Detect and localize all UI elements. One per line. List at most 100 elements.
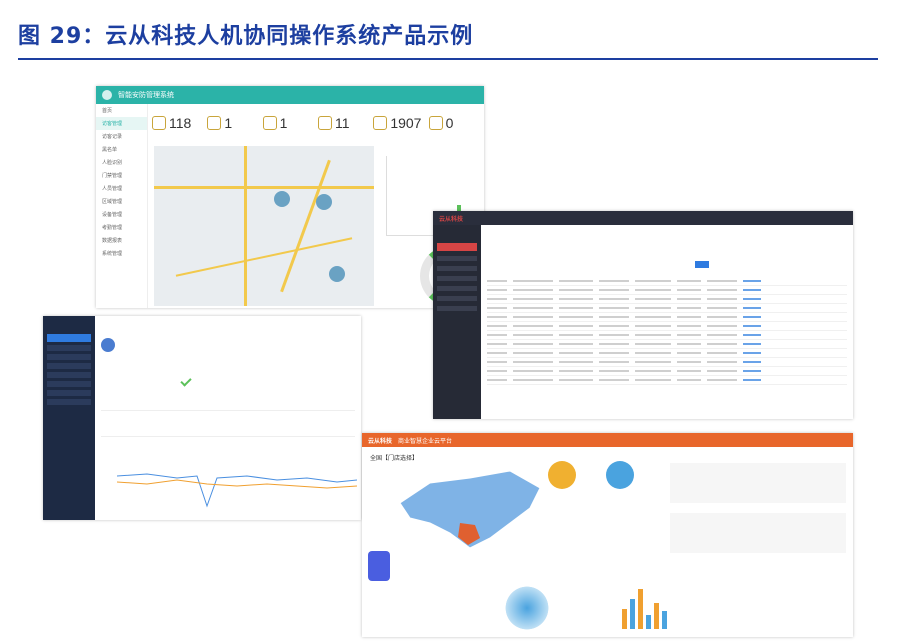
sidebar-item[interactable] (437, 296, 477, 301)
table-cell (707, 361, 737, 363)
table-cell (743, 325, 761, 327)
table-row[interactable] (487, 340, 847, 349)
table-row[interactable] (487, 331, 847, 340)
table-cell (743, 361, 761, 363)
table-row[interactable] (487, 295, 847, 304)
table-cell (487, 361, 507, 363)
sidebar-item[interactable] (47, 354, 91, 360)
table-row[interactable] (487, 277, 847, 286)
app-title: 商业智慧企业云平台 (398, 438, 453, 445)
table-cell (677, 343, 701, 345)
sidebar-item[interactable]: 数据报表 (96, 234, 147, 247)
sidebar-item[interactable]: 访客记录 (96, 130, 147, 143)
table-cell (707, 298, 737, 300)
line-chart (117, 473, 357, 508)
map-marker[interactable] (316, 194, 332, 210)
table-cell (707, 334, 737, 336)
check-icon (180, 375, 192, 387)
table-cell (707, 316, 737, 318)
stat-value: 1 (224, 115, 233, 131)
table-cell (677, 298, 701, 300)
city-map[interactable] (154, 146, 374, 306)
china-map[interactable] (390, 463, 550, 553)
table-cell (559, 307, 593, 309)
title-divider (18, 58, 878, 60)
table-row[interactable] (487, 313, 847, 322)
region-selector[interactable]: 全国【门店选择】 (370, 453, 418, 462)
sidebar-item[interactable] (437, 266, 477, 271)
stat-value: 11 (334, 115, 350, 131)
sidebar-item[interactable]: 首页 (96, 104, 147, 117)
sidebar-item[interactable]: 系统管理 (96, 247, 147, 260)
stat-card: 11 (317, 110, 367, 136)
table-cell (559, 361, 593, 363)
sidebar: 首页 访客管理 访客记录 黑名单 人脸识别 门禁管理 人员管理 区域管理 设备管… (96, 104, 148, 308)
sidebar-item[interactable]: 访客管理 (96, 117, 147, 130)
table-row[interactable] (487, 349, 847, 358)
table-cell (487, 298, 507, 300)
table-cell (743, 280, 761, 282)
sidebar-item[interactable] (47, 399, 91, 405)
stat-value: 0 (445, 115, 454, 131)
sidebar-item[interactable]: 考勤管理 (96, 221, 147, 234)
sidebar-item[interactable] (437, 256, 477, 261)
table-cell (487, 316, 507, 318)
table-cell (743, 379, 761, 381)
table-cell (599, 379, 629, 381)
table-row[interactable] (487, 304, 847, 313)
table-row[interactable] (487, 286, 847, 295)
commerce-dashboard-screenshot: 云从科技 商业智慧企业云平台 全国【门店选择】 (362, 433, 853, 637)
stat-card: 0 (428, 110, 478, 136)
map-marker[interactable] (274, 191, 290, 207)
search-button[interactable] (695, 261, 709, 268)
table-cell (487, 325, 507, 327)
table-cell (599, 361, 629, 363)
table-cell (677, 379, 701, 381)
sidebar-item[interactable]: 区域管理 (96, 195, 147, 208)
sidebar-item-active[interactable] (47, 334, 91, 342)
sidebar-item[interactable] (437, 306, 477, 311)
sidebar (43, 316, 95, 520)
card-divider (101, 436, 355, 437)
table-row[interactable] (487, 367, 847, 376)
table-cell (559, 343, 593, 345)
sidebar-item[interactable] (437, 276, 477, 281)
sidebar-item[interactable]: 人员管理 (96, 182, 147, 195)
table-cell (635, 379, 671, 381)
sidebar-item-active[interactable] (437, 243, 477, 251)
table-row[interactable] (487, 322, 847, 331)
table-cell (559, 352, 593, 354)
table-cell (559, 280, 593, 282)
map-marker[interactable] (329, 266, 345, 282)
table-cell (707, 289, 737, 291)
sidebar-item[interactable]: 人脸识别 (96, 156, 147, 169)
data-table (487, 277, 847, 385)
table-cell (599, 280, 629, 282)
sidebar-item[interactable] (47, 372, 91, 378)
card-divider (101, 410, 355, 411)
table-cell (599, 343, 629, 345)
table-cell (707, 352, 737, 354)
table-cell (559, 370, 593, 372)
sidebar-item[interactable] (47, 363, 91, 369)
top-bar: 云从科技 (433, 211, 853, 225)
sidebar-item[interactable] (47, 390, 91, 396)
sidebar-item[interactable] (47, 345, 91, 351)
sidebar-item[interactable]: 黑名单 (96, 143, 147, 156)
sidebar-item[interactable] (437, 286, 477, 291)
table-panel (670, 463, 846, 503)
sidebar-item[interactable]: 设备管理 (96, 208, 147, 221)
stat-value: 1907 (390, 115, 422, 131)
location-icon[interactable] (368, 551, 390, 581)
security-dashboard-screenshot: 智能安防管理系统 首页 访客管理 访客记录 黑名单 人脸识别 门禁管理 人员管理… (96, 86, 484, 308)
sidebar-item[interactable]: 门禁管理 (96, 169, 147, 182)
logo: 云从科技 (439, 216, 464, 223)
table-cell (635, 289, 671, 291)
table-cell (599, 325, 629, 327)
table-row[interactable] (487, 358, 847, 367)
table-cell (487, 343, 507, 345)
table-row[interactable] (487, 376, 847, 385)
table-cell (513, 316, 553, 318)
sidebar-item[interactable] (47, 381, 91, 387)
table-cell (599, 352, 629, 354)
